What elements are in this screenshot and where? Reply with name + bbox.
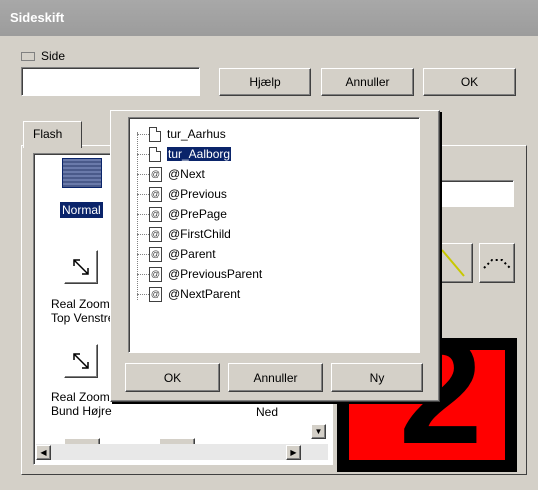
normal-effect-icon[interactable]	[62, 158, 102, 188]
popup-new-button[interactable]: Ny	[331, 363, 423, 392]
side-checkbox[interactable]	[21, 52, 35, 61]
tree-item[interactable]: @ @PreviousParent	[137, 264, 263, 284]
scroll-right-arrow[interactable]: ▶	[286, 445, 301, 460]
cancel-button[interactable]: Annuller	[321, 68, 414, 96]
tree-item[interactable]: @ @Previous	[137, 184, 227, 204]
dotted-style-icon[interactable]	[479, 243, 515, 283]
effect-label-ned: Ned	[256, 405, 279, 419]
popup-ok-button[interactable]: OK	[125, 363, 220, 392]
tree-item-label: @PrePage	[168, 207, 227, 221]
tab-flash[interactable]: Flash	[23, 121, 82, 148]
tree-item[interactable]: @ @Parent	[137, 244, 216, 264]
link-page-icon: @	[149, 206, 162, 222]
zoom-top-left-icon[interactable]	[64, 250, 98, 284]
page-icon	[149, 146, 161, 162]
page-picker-popup: tur_Aarhus tur_Aalborg @ @Next @ @Previo…	[110, 110, 440, 402]
window-title: Sideskift	[10, 10, 65, 25]
tree-item[interactable]: tur_Aarhus	[137, 124, 226, 144]
title-bar: Sideskift	[0, 0, 538, 36]
tree-item-label: @Next	[168, 167, 205, 181]
help-button[interactable]: Hjælp	[219, 68, 311, 96]
tree-item-label: @Parent	[168, 247, 216, 261]
tree-item-label: tur_Aalborg	[165, 146, 233, 162]
tree-item-label: @Previous	[168, 187, 227, 201]
zoom-bottom-right-icon[interactable]	[64, 344, 98, 378]
tree-item-label: @NextParent	[168, 287, 241, 301]
page-tree[interactable]: tur_Aarhus tur_Aalborg @ @Next @ @Previo…	[128, 117, 420, 353]
tree-item[interactable]: @ @Next	[137, 164, 205, 184]
page-icon	[149, 126, 161, 142]
tree-item-label: tur_Aarhus	[167, 127, 226, 141]
scroll-down-arrow[interactable]: ▼	[311, 424, 326, 439]
tree-item-label: @PreviousParent	[168, 267, 263, 281]
side-label: Side	[41, 49, 66, 63]
effect-label-normal: Normal	[60, 202, 103, 218]
link-page-icon: @	[149, 286, 162, 302]
popup-cancel-button[interactable]: Annuller	[228, 363, 323, 392]
tree-item-label: @FirstChild	[168, 227, 231, 241]
horizontal-scrollbar[interactable]	[36, 444, 328, 460]
link-page-icon: @	[149, 266, 162, 282]
ok-button[interactable]: OK	[423, 68, 516, 96]
link-page-icon: @	[149, 166, 162, 182]
line-style-icon[interactable]	[437, 243, 473, 283]
link-page-icon: @	[149, 226, 162, 242]
tree-item-selected[interactable]: tur_Aalborg	[137, 144, 233, 164]
tree-item[interactable]: @ @NextParent	[137, 284, 241, 304]
scroll-left-arrow[interactable]: ◀	[36, 445, 51, 460]
link-page-icon: @	[149, 246, 162, 262]
side-input[interactable]	[21, 67, 200, 96]
link-page-icon: @	[149, 186, 162, 202]
tree-item[interactable]: @ @FirstChild	[137, 224, 231, 244]
tree-item[interactable]: @ @PrePage	[137, 204, 227, 224]
